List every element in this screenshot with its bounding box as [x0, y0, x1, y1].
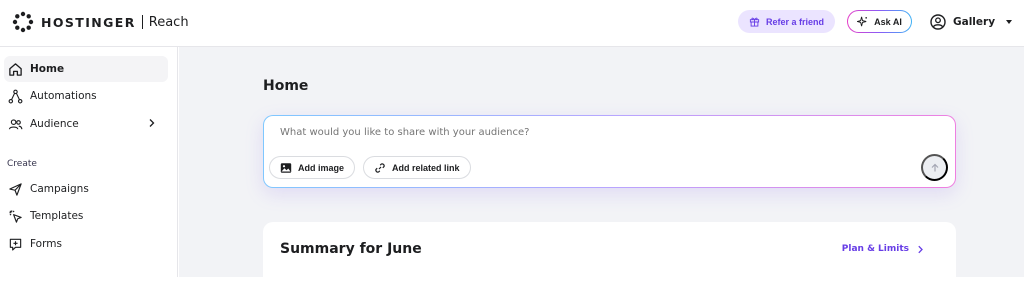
ask-ai-button[interactable]: Ask AI [847, 10, 912, 33]
link-icon [375, 162, 385, 173]
sidebar-item-label: Campaigns [30, 183, 89, 195]
summary-card: Summary for June Plan & Limits [263, 222, 956, 292]
sidebar-item-label: Forms [30, 238, 62, 250]
sparkle-icon [857, 16, 868, 27]
product-name: Reach [148, 14, 189, 30]
form-icon [7, 236, 23, 252]
top-bar: HOSTINGER Reach Refer a friend Ask AI Ga… [0, 0, 1024, 47]
share-input[interactable] [280, 127, 880, 138]
brand-name: HOSTINGER [41, 14, 136, 30]
users-icon [7, 116, 23, 132]
logo[interactable]: HOSTINGER Reach [12, 10, 189, 34]
account-name: Gallery [953, 16, 996, 28]
arrow-up-icon [931, 163, 938, 171]
sidebar-item-forms[interactable]: Forms [4, 231, 168, 257]
sidebar-item-templates[interactable]: Templates [4, 203, 168, 229]
gift-icon [749, 17, 760, 27]
home-icon [7, 61, 23, 77]
refer-a-friend-label: Refer a friend [765, 16, 825, 27]
account-menu[interactable]: Gallery [930, 11, 1013, 33]
sidebar-item-label: Home [30, 63, 65, 75]
brand-divider [141, 15, 143, 29]
add-image-label: Add image [298, 162, 345, 173]
sidebar-item-audience[interactable]: Audience [4, 111, 168, 137]
image-icon [280, 162, 292, 173]
section-label-create: Create [7, 159, 37, 169]
chevron-right-icon [149, 119, 155, 127]
sidebar-item-label: Templates [30, 210, 84, 222]
add-related-link-button[interactable]: Add related link [363, 156, 471, 179]
page-title: Home [263, 78, 309, 94]
sidebar-item-label: Automations [30, 90, 97, 102]
submit-button[interactable] [921, 154, 948, 181]
main-content: Home Add image Add related link [179, 47, 1024, 292]
chevron-down-icon [1006, 20, 1013, 24]
sidebar-item-label: Audience [30, 118, 79, 130]
send-icon [7, 181, 23, 197]
sidebar-item-automations[interactable]: Automations [4, 83, 168, 109]
ask-ai-label: Ask AI [874, 16, 902, 27]
hostinger-logo-icon [12, 11, 34, 33]
sidebar-item-home[interactable]: Home [4, 56, 168, 82]
add-image-button[interactable]: Add image [269, 156, 356, 179]
automation-icon [7, 88, 23, 104]
sidebar: Home Automations Audience Create Campaig… [0, 47, 178, 277]
add-related-link-label: Add related link [392, 162, 460, 173]
post-composer: Add image Add related link [263, 115, 956, 188]
refer-a-friend-button[interactable]: Refer a friend [738, 10, 835, 33]
plan-and-limits-link[interactable]: Plan & Limits [842, 244, 924, 254]
user-circle-icon [930, 14, 946, 30]
cursor-click-icon [7, 208, 23, 224]
summary-title: Summary for June [280, 241, 422, 257]
chevron-right-icon [918, 245, 923, 253]
plan-and-limits-label: Plan & Limits [841, 244, 909, 254]
sidebar-item-campaigns[interactable]: Campaigns [4, 176, 168, 202]
